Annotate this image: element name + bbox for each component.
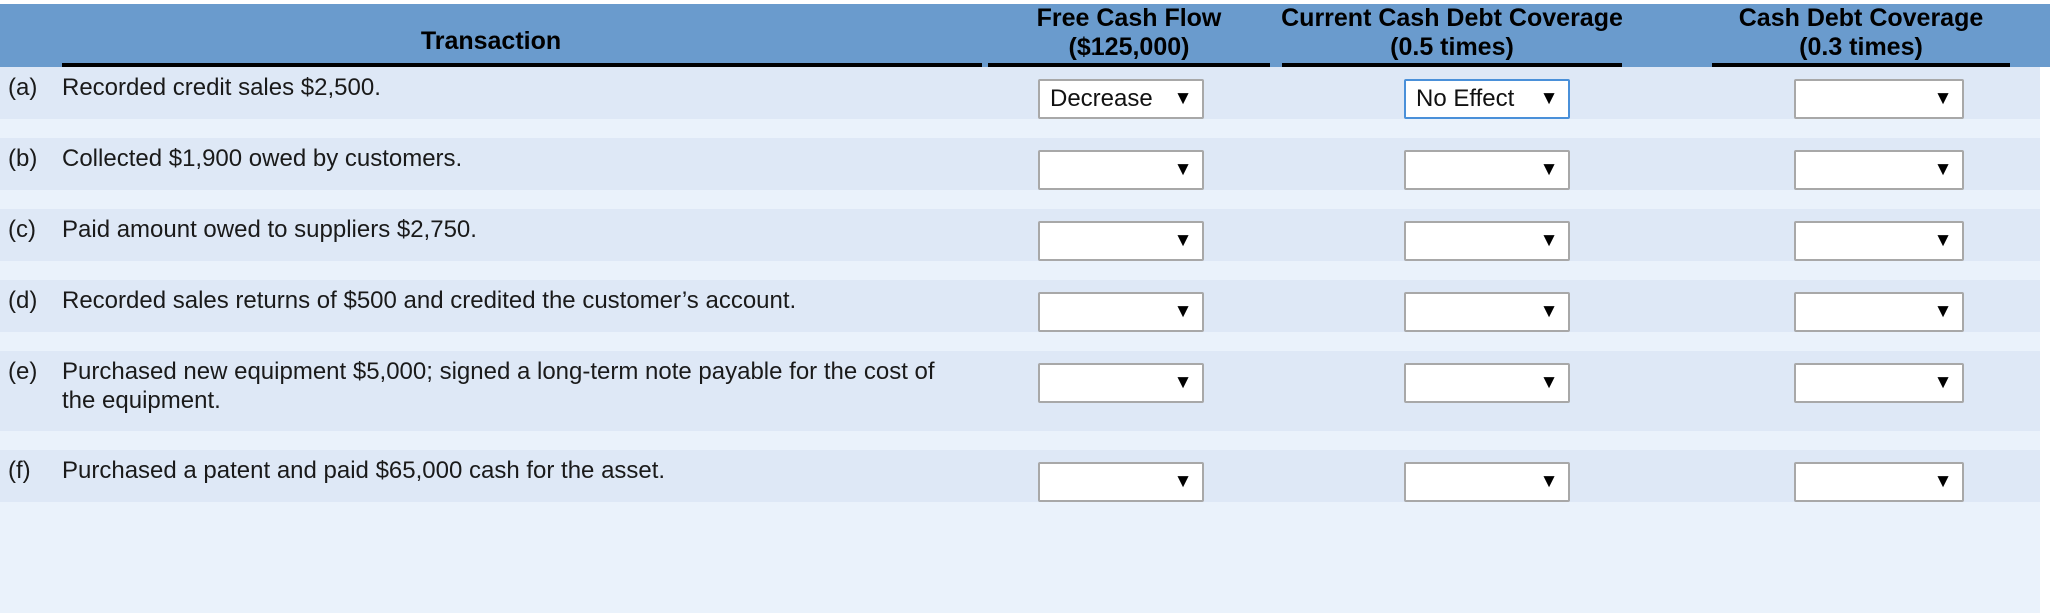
free-cash-flow-dropdown[interactable]: ▼ xyxy=(1038,292,1204,332)
transaction-cell: (b) Collected $1,900 owed by customers. xyxy=(8,144,968,173)
table-row-spacer xyxy=(0,119,2050,138)
free-cash-flow-dropdown[interactable]: ▼ xyxy=(1038,363,1204,403)
effects-on-ratios-table: Transaction Free Cash Flow ($125,000) Cu… xyxy=(0,0,2050,613)
chevron-down-icon: ▼ xyxy=(1933,230,1953,251)
table-row-spacer xyxy=(0,332,2050,351)
current-cash-debt-coverage-dropdown[interactable]: ▼ xyxy=(1404,150,1570,190)
transaction-description: Purchased a patent and paid $65,000 cash… xyxy=(62,457,666,484)
transaction-letter: (b) xyxy=(8,145,38,172)
chevron-down-icon: ▼ xyxy=(1173,88,1193,109)
chevron-down-icon: ▼ xyxy=(1933,372,1953,393)
chevron-down-icon: ▼ xyxy=(1539,372,1559,393)
cash-debt-coverage-dropdown[interactable]: ▼ xyxy=(1794,292,1964,332)
free-cash-flow-dropdown[interactable]: ▼ xyxy=(1038,150,1204,190)
chevron-down-icon: ▼ xyxy=(1173,159,1193,180)
current-cash-debt-coverage-dropdown[interactable]: ▼ xyxy=(1404,363,1570,403)
chevron-down-icon: ▼ xyxy=(1173,301,1193,322)
table-row-spacer xyxy=(0,190,2050,209)
transaction-description: Purchased new equipment $5,000; signed a… xyxy=(62,358,935,414)
table-row-spacer xyxy=(0,431,2050,450)
transaction-cell: (d) Recorded sales returns of $500 and cr… xyxy=(8,286,968,315)
column-header-free-cash-flow-line2: ($125,000) xyxy=(1068,32,1190,61)
transaction-description: Recorded credit sales $2,500. xyxy=(62,74,381,101)
column-header-transaction-line1: Transaction xyxy=(420,27,562,55)
transaction-letter: (c) xyxy=(8,216,36,243)
chevron-down-icon: ▼ xyxy=(1173,230,1193,251)
table-row-spacer xyxy=(0,261,2050,280)
transaction-cell: (e) Purchased new equipment $5,000; signe… xyxy=(8,357,968,415)
transaction-description: Recorded sales returns of $500 and credi… xyxy=(62,287,797,314)
current-cash-debt-coverage-dropdown[interactable]: No Effect ▼ xyxy=(1404,79,1570,119)
chevron-down-icon: ▼ xyxy=(1933,301,1953,322)
column-header-cash-debt-coverage-line2: (0.3 times) xyxy=(1799,32,1923,61)
free-cash-flow-dropdown[interactable]: ▼ xyxy=(1038,221,1204,261)
transaction-cell: (f) Purchased a patent and paid $65,000 c… xyxy=(8,456,968,485)
chevron-down-icon: ▼ xyxy=(1933,159,1953,180)
transaction-cell: (c) Paid amount owed to suppliers $2,750. xyxy=(8,215,968,244)
transaction-description: Collected $1,900 owed by customers. xyxy=(62,145,463,172)
chevron-down-icon: ▼ xyxy=(1539,230,1559,251)
column-header-current-cash-debt-coverage-line1: Current Cash Debt Coverage xyxy=(1281,3,1623,32)
table-header-row: Transaction Free Cash Flow ($125,000) Cu… xyxy=(0,4,2050,67)
chevron-down-icon: ▼ xyxy=(1933,88,1953,109)
transaction-letter: (d) xyxy=(8,287,38,314)
free-cash-flow-dropdown-value: Decrease xyxy=(1050,85,1153,112)
table-row-spacer xyxy=(0,502,2050,613)
chevron-down-icon: ▼ xyxy=(1539,301,1559,322)
cash-debt-coverage-dropdown[interactable]: ▼ xyxy=(1794,221,1964,261)
current-cash-debt-coverage-dropdown-value: No Effect xyxy=(1416,85,1515,112)
current-cash-debt-coverage-dropdown[interactable]: ▼ xyxy=(1404,221,1570,261)
column-header-current-cash-debt-coverage-line2: (0.5 times) xyxy=(1390,32,1514,61)
column-header-current-cash-debt-coverage: Current Cash Debt Coverage (0.5 times) xyxy=(1281,3,1623,67)
column-header-cash-debt-coverage-line1: Cash Debt Coverage xyxy=(1738,3,1984,32)
table-body: (a) Recorded credit sales $2,500. Decrease… xyxy=(0,67,2050,613)
chevron-down-icon: ▼ xyxy=(1539,88,1559,109)
column-header-transaction: Transaction xyxy=(0,4,982,67)
free-cash-flow-dropdown[interactable]: ▼ xyxy=(1038,462,1204,502)
cash-debt-coverage-dropdown[interactable]: ▼ xyxy=(1794,79,1964,119)
cash-debt-coverage-dropdown[interactable]: ▼ xyxy=(1794,462,1964,502)
chevron-down-icon: ▼ xyxy=(1539,159,1559,180)
cash-debt-coverage-dropdown[interactable]: ▼ xyxy=(1794,363,1964,403)
chevron-down-icon: ▼ xyxy=(1173,372,1193,393)
transaction-cell: (a) Recorded credit sales $2,500. xyxy=(8,73,968,102)
column-header-free-cash-flow: Free Cash Flow ($125,000) xyxy=(988,4,1270,67)
chevron-down-icon: ▼ xyxy=(1933,471,1953,492)
chevron-down-icon: ▼ xyxy=(1173,471,1193,492)
transaction-letter: (f) xyxy=(8,457,31,484)
column-header-free-cash-flow-line1: Free Cash Flow xyxy=(1036,3,1222,32)
free-cash-flow-dropdown[interactable]: Decrease ▼ xyxy=(1038,79,1204,119)
transaction-letter: (e) xyxy=(8,358,38,385)
current-cash-debt-coverage-dropdown[interactable]: ▼ xyxy=(1404,462,1570,502)
transaction-letter: (a) xyxy=(8,74,38,101)
right-gutter xyxy=(2040,67,2050,613)
column-header-cash-debt-coverage: Cash Debt Coverage (0.3 times) xyxy=(1712,4,2010,67)
cash-debt-coverage-dropdown[interactable]: ▼ xyxy=(1794,150,1964,190)
chevron-down-icon: ▼ xyxy=(1539,471,1559,492)
transaction-description: Paid amount owed to suppliers $2,750. xyxy=(62,216,477,243)
current-cash-debt-coverage-dropdown[interactable]: ▼ xyxy=(1404,292,1570,332)
